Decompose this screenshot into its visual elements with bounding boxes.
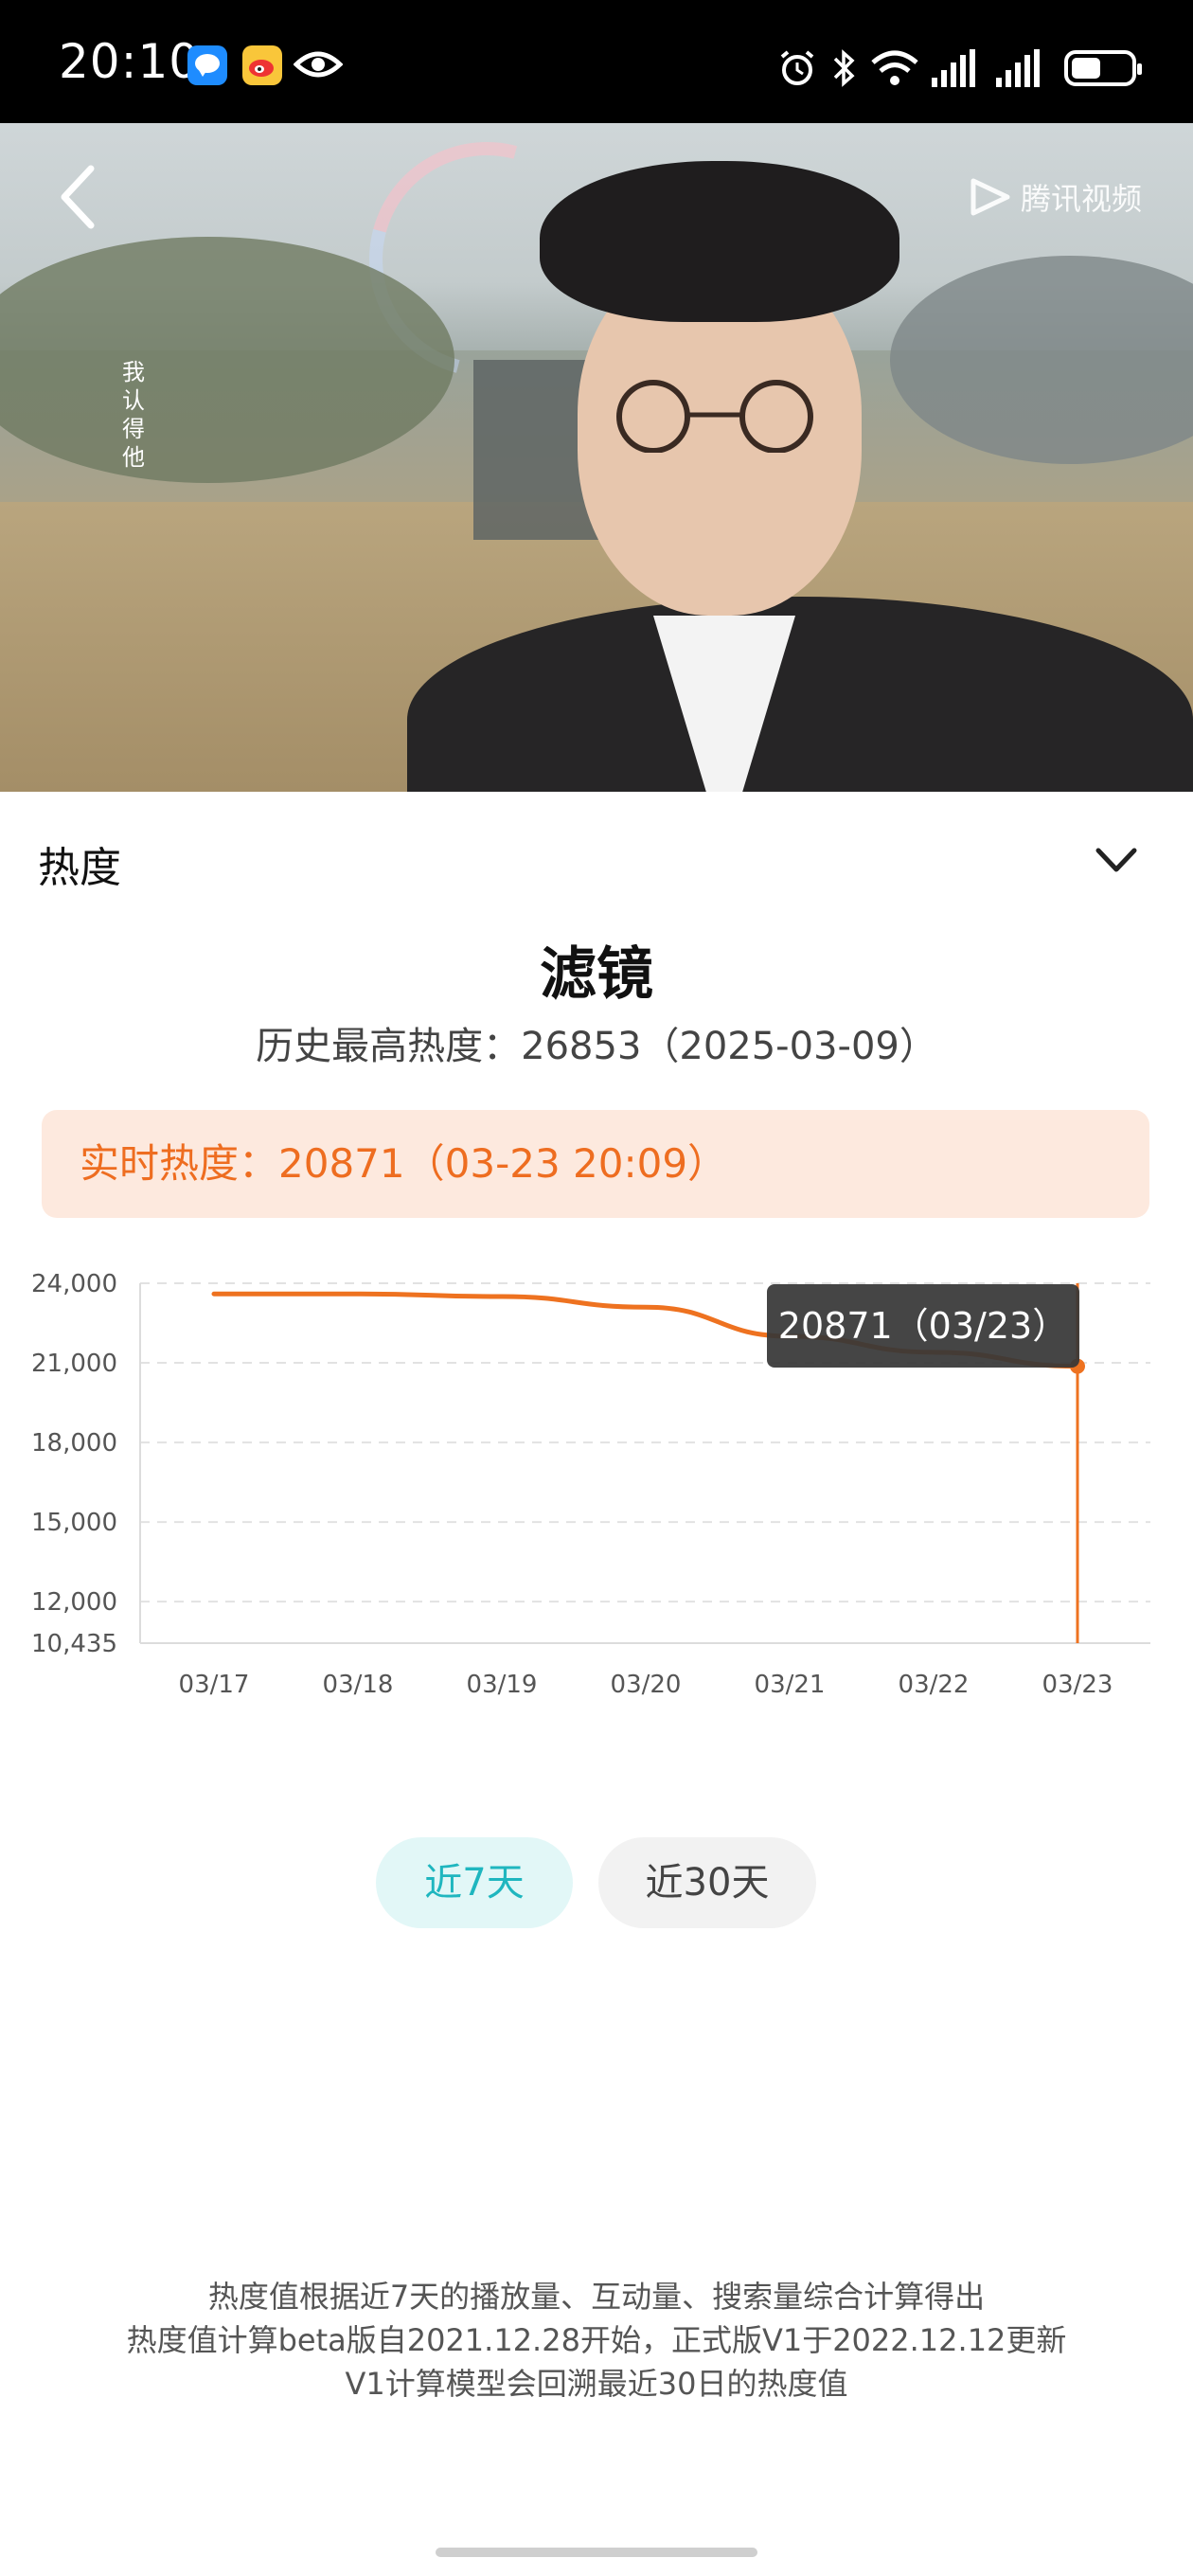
video-frame-image: 我认得他 腾讯视频: [0, 123, 1193, 792]
chevron-down-icon[interactable]: [1095, 845, 1138, 875]
back-button[interactable]: [53, 161, 106, 233]
eye-icon: [294, 51, 343, 78]
bluetooth-icon: [833, 49, 855, 87]
footnote-line: 热度值计算beta版自2021.12.28开始，正式版V1于2022.12.12…: [126, 2322, 1067, 2358]
glasses: [616, 380, 813, 453]
x-tick-label: 03/18: [323, 1671, 394, 1699]
y-tick-label: 21,000: [31, 1350, 117, 1378]
x-tick-label: 03/19: [467, 1671, 538, 1699]
signal-icon: [932, 49, 975, 87]
footnote: 热度值根据近7天的播放量、互动量、搜索量综合计算得出 热度值计算beta版自20…: [0, 2275, 1193, 2406]
show-title: 滤镜: [540, 941, 653, 1008]
range-7-days-button[interactable]: 近7天: [376, 1837, 573, 1928]
footnote-line: 热度值根据近7天的播放量、互动量、搜索量综合计算得出: [207, 2279, 986, 2315]
signal-icon: [996, 49, 1040, 87]
chart-tooltip: 20871（03/23）: [767, 1284, 1079, 1368]
wifi-icon: [871, 50, 918, 85]
status-bar: 20:10: [0, 0, 1193, 123]
y-tick-label: 10,435: [31, 1630, 117, 1658]
history-peak: 历史最高热度：26853（2025-03-09）: [0, 1015, 1193, 1070]
battery-icon: [1064, 50, 1142, 86]
history-value: 26853（2025-03-09）: [521, 1025, 937, 1068]
realtime-label: 实时热度：: [80, 1140, 279, 1187]
x-tick-label: 03/22: [899, 1671, 970, 1699]
status-time: 20:10: [59, 34, 201, 89]
section-title: 热度: [38, 844, 121, 892]
x-tick-label: 03/21: [755, 1671, 826, 1699]
x-tick-label: 03/20: [611, 1671, 682, 1699]
x-tick-label: 03/23: [1042, 1671, 1113, 1699]
tencent-video-watermark: 腾讯视频: [968, 169, 1142, 225]
message-app-icon: [187, 45, 227, 85]
video-subtitle: 我认得他: [122, 359, 145, 471]
weibo-icon: [242, 45, 282, 85]
home-indicator[interactable]: [436, 2548, 757, 2557]
footnote-line: V1计算模型会回溯最近30日的热度值: [345, 2366, 848, 2402]
y-tick-label: 12,000: [31, 1588, 117, 1617]
y-tick-label: 15,000: [31, 1509, 117, 1537]
y-tick-label: 24,000: [31, 1270, 117, 1298]
x-tick-label: 03/17: [179, 1671, 250, 1699]
watermark-text: 腾讯视频: [1020, 181, 1142, 217]
y-tick-label: 18,000: [31, 1429, 117, 1458]
realtime-value: 20871（03-23 20:09）: [278, 1140, 728, 1187]
range-30-days-button[interactable]: 近30天: [598, 1837, 816, 1928]
tencent-video-logo-icon: [970, 178, 1010, 216]
realtime-heat-banner: 实时热度：20871（03-23 20:09）: [42, 1110, 1149, 1218]
alarm-icon: [780, 50, 814, 85]
history-label: 历史最高热度：: [256, 1025, 522, 1068]
